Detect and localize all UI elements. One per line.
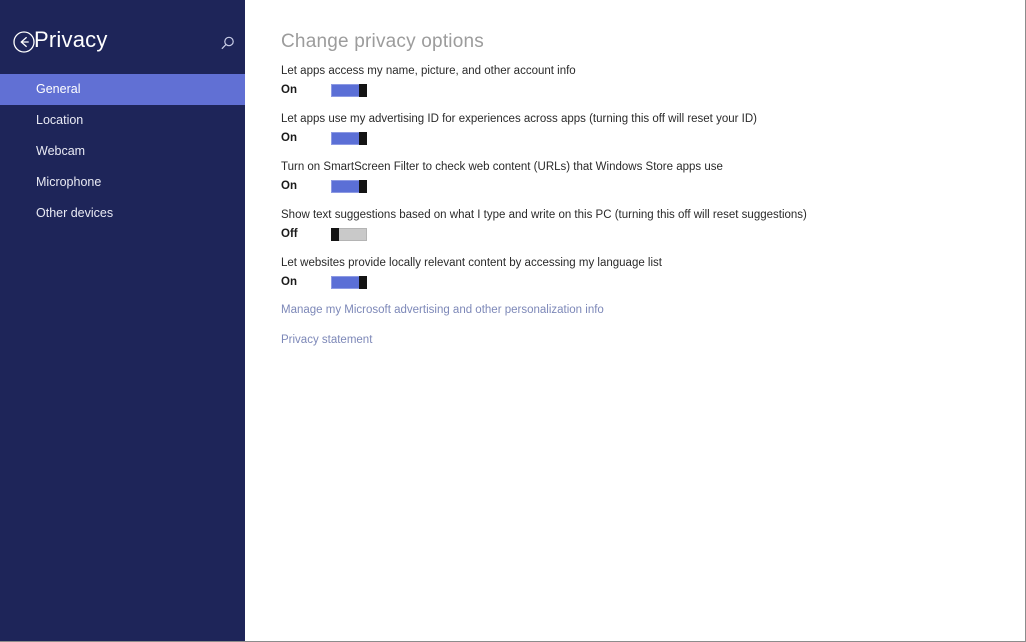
setting-toggle-line: On (281, 178, 1005, 194)
privacy-settings-list: Let apps access my name, picture, and ot… (281, 64, 1005, 364)
sidebar-item-label: Webcam (36, 144, 86, 158)
setting-label: Let apps access my name, picture, and ot… (281, 65, 576, 77)
setting-toggle-line: On (281, 82, 1005, 98)
back-arrow-circle-icon[interactable] (12, 30, 36, 54)
sidebar-item-microphone[interactable]: Microphone (0, 167, 245, 198)
toggle-state-label: On (281, 84, 297, 96)
toggle-thumb (359, 179, 367, 193)
sidebar-item-location[interactable]: Location (0, 105, 245, 136)
sidebar-header: Privacy (0, 0, 245, 72)
toggle-state-label: On (281, 276, 297, 288)
setting-toggle-line: Off (281, 226, 1005, 242)
toggle-thumb (331, 227, 339, 241)
setting-label: Turn on SmartScreen Filter to check web … (281, 161, 723, 173)
app-title: Privacy (34, 27, 108, 52)
setting-row: Let apps access my name, picture, and ot… (281, 64, 1005, 98)
setting-row: Let websites provide locally relevant co… (281, 256, 1005, 290)
account-info-toggle[interactable] (331, 83, 367, 97)
sidebar: Privacy General Location Webcam Micropho… (0, 0, 245, 641)
sidebar-item-label: Microphone (36, 175, 102, 189)
setting-toggle-line: On (281, 130, 1005, 146)
sidebar-item-label: General (36, 82, 81, 96)
privacy-statement-link[interactable]: Privacy statement (281, 334, 1005, 346)
manage-advertising-link[interactable]: Manage my Microsoft advertising and othe… (281, 304, 1005, 316)
sidebar-nav: General Location Webcam Microphone Other… (0, 74, 245, 229)
sidebar-item-label: Location (36, 113, 84, 127)
setting-label: Let websites provide locally relevant co… (281, 257, 662, 269)
toggle-state-label: On (281, 180, 297, 192)
setting-label: Show text suggestions based on what I ty… (281, 209, 807, 221)
setting-row: Show text suggestions based on what I ty… (281, 208, 1005, 242)
toggle-thumb (359, 131, 367, 145)
content-pane: Change privacy options Let apps access m… (246, 0, 1025, 641)
sidebar-item-label: Other devices (36, 206, 114, 220)
setting-toggle-line: On (281, 274, 1005, 290)
page-title: Change privacy options (281, 31, 484, 52)
setting-label: Let apps use my advertising ID for exper… (281, 113, 757, 125)
sidebar-item-general[interactable]: General (0, 74, 245, 105)
privacy-links: Manage my Microsoft advertising and othe… (281, 304, 1005, 346)
sidebar-item-webcam[interactable]: Webcam (0, 136, 245, 167)
sidebar-item-other-devices[interactable]: Other devices (0, 198, 245, 229)
setting-row: Let apps use my advertising ID for exper… (281, 112, 1005, 146)
text-suggestions-toggle[interactable] (331, 227, 367, 241)
toggle-thumb (359, 83, 367, 97)
pc-settings-window: Privacy General Location Webcam Micropho… (0, 0, 1026, 642)
toggle-state-label: Off (281, 228, 298, 240)
toggle-state-label: On (281, 132, 297, 144)
toggle-thumb (359, 275, 367, 289)
advertising-id-toggle[interactable] (331, 131, 367, 145)
language-list-toggle[interactable] (331, 275, 367, 289)
search-icon[interactable] (216, 33, 238, 55)
setting-row: Turn on SmartScreen Filter to check web … (281, 160, 1005, 194)
smartscreen-filter-toggle[interactable] (331, 179, 367, 193)
